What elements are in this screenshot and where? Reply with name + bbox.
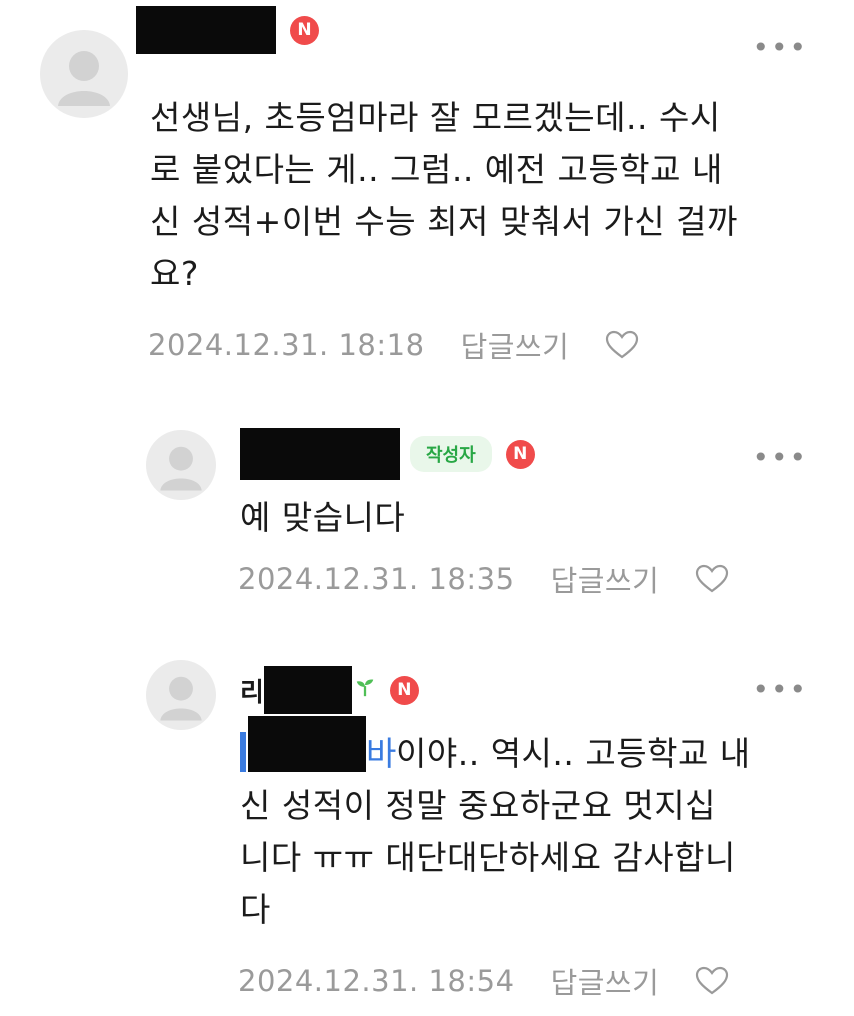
comment-line: 신 성적이 정말 중요하군요 멋지십	[240, 786, 716, 825]
redacted-author-name	[263, 666, 352, 714]
comment-line: 선생님, 초등엄마라 잘 모르겠는데.. 수시	[150, 98, 721, 137]
mention[interactable]: 바	[240, 716, 396, 780]
heart-outline-icon[interactable]	[605, 330, 639, 360]
comment-line: 바 이야.. 역시.. 고등학교 내	[240, 716, 820, 780]
timestamp: 2024.12.31. 18:18	[148, 328, 425, 362]
author-name-prefix: 리	[240, 677, 264, 708]
heart-outline-icon[interactable]	[695, 564, 729, 594]
comment-line: 신 성적+이번 수능 최저 맞춰서 가신 걸까	[150, 202, 738, 241]
timestamp: 2024.12.31. 18:54	[238, 964, 515, 998]
default-avatar-icon	[160, 446, 202, 491]
new-badge: N	[290, 15, 319, 45]
reply-button[interactable]: 답글쓰기	[551, 960, 660, 1002]
author-name-row: 리 N	[240, 666, 419, 714]
default-avatar-icon	[58, 51, 110, 106]
comment: N ••• 선생님, 초등엄마라 잘 모르겠는데.. 수시 로 붙었다는 게..…	[0, 0, 854, 380]
timestamp: 2024.12.31. 18:35	[238, 562, 515, 596]
reply-button[interactable]: 답글쓰기	[551, 558, 660, 600]
redacted-author-name	[136, 6, 276, 54]
author-badge: 작성자	[410, 436, 492, 472]
comment-line: 로 붙었다는 게.. 그럼.. 예전 고등학교 내	[150, 150, 723, 189]
redacted-author-name	[240, 428, 400, 480]
comment-text: 예 맞습니다	[240, 492, 405, 544]
sprout-icon	[354, 676, 376, 704]
comment-meta: 2024.12.31. 18:18 답글쓰기	[148, 324, 639, 366]
more-dots-icon[interactable]: •••	[752, 444, 808, 472]
comment-line: 요?	[150, 254, 199, 293]
redacted-mention	[248, 716, 366, 772]
comment-line: 니다 ㅠㅠ 대단대단하세요 감사합니	[240, 838, 736, 877]
comment-line-text: 이야.. 역시.. 고등학교 내	[396, 734, 751, 773]
more-dots-icon[interactable]: •••	[752, 34, 808, 62]
reply-comment: 리 N ••• 바 이야.. 역시.. 고등학교 내 신 성적이 정말 중요하군…	[0, 630, 854, 1016]
avatar[interactable]	[146, 660, 216, 730]
heart-outline-icon[interactable]	[695, 966, 729, 996]
comment-line: 예 맞습니다	[240, 498, 406, 537]
comment-text: 선생님, 초등엄마라 잘 모르겠는데.. 수시 로 붙었다는 게.. 그럼.. …	[150, 92, 830, 300]
default-avatar-icon	[160, 676, 202, 721]
mention-bar	[240, 732, 246, 772]
comment-line: 다	[240, 890, 271, 929]
author-name-row: 작성자 N	[240, 428, 535, 480]
reply-button[interactable]: 답글쓰기	[461, 324, 570, 366]
reply-comment: 작성자 N ••• 예 맞습니다 2024.12.31. 18:35 답글쓰기	[0, 400, 854, 620]
more-dots-icon[interactable]: •••	[752, 676, 808, 704]
comment-meta: 2024.12.31. 18:54 답글쓰기	[238, 960, 729, 1002]
comment-text: 바 이야.. 역시.. 고등학교 내 신 성적이 정말 중요하군요 멋지십 니다…	[240, 716, 820, 936]
avatar[interactable]	[40, 30, 128, 118]
new-badge: N	[389, 675, 419, 705]
comment-meta: 2024.12.31. 18:35 답글쓰기	[238, 558, 729, 600]
avatar[interactable]	[146, 430, 216, 500]
mention-end: 바	[366, 734, 397, 773]
author-name-row: N	[136, 6, 319, 54]
new-badge: N	[505, 439, 535, 469]
